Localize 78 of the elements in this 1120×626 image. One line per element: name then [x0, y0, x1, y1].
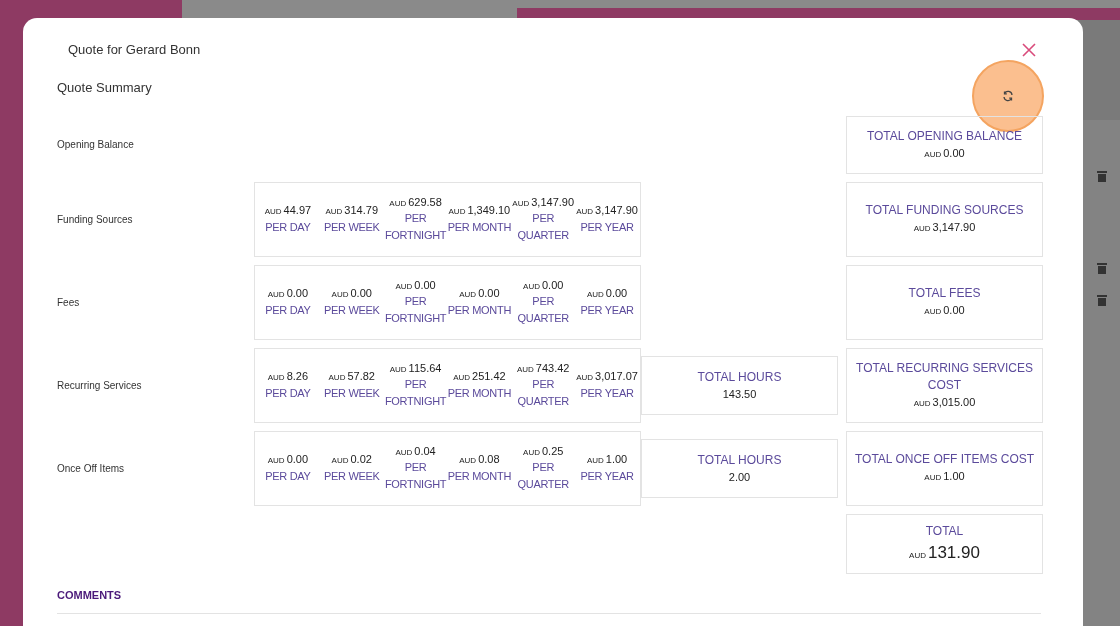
period-amount: AUD 314.79	[325, 203, 378, 219]
total-amount: AUD 3,147.90	[913, 220, 976, 236]
period-label: PER MONTH	[447, 385, 512, 401]
period-amount: AUD 0.00	[331, 286, 372, 302]
period-amount: AUD 743.42	[516, 360, 570, 376]
total-label: TOTAL FEES	[908, 285, 981, 303]
comments-heading: COMMENTS	[57, 588, 122, 601]
period-label: PER QUARTER	[516, 294, 570, 327]
total-amount: AUD 0.00	[924, 303, 965, 319]
period-label: PER QUARTER	[516, 211, 570, 244]
total-label: TOTAL	[925, 522, 964, 540]
period-label: PER FORTNIGHT	[383, 460, 448, 493]
period-label: PER QUARTER	[516, 460, 570, 493]
period-amount: AUD 8.26	[267, 369, 309, 385]
period-label: PER WEEK	[323, 385, 380, 401]
period-amount: AUD 1,349.10	[448, 203, 511, 219]
period-amount: AUD 115.64	[389, 360, 442, 376]
hours-label: TOTAL HOURS	[697, 368, 782, 386]
row-label: Fees	[57, 295, 81, 310]
period-label: PER WEEK	[323, 302, 380, 318]
trash-icon[interactable]	[1096, 262, 1107, 274]
total-label: TOTAL RECURRING SERVICES COST	[855, 359, 1034, 394]
period-amount: AUD 44.97	[264, 203, 312, 219]
period-label: PER YEAR	[580, 468, 634, 484]
period-label: PER DAY	[265, 468, 311, 484]
period-amount: AUD 3,147.90	[576, 203, 638, 219]
hours-value: 2.00	[728, 469, 751, 485]
period-amount: AUD 1.00	[586, 452, 628, 468]
period-amount: AUD 0.00	[586, 286, 628, 302]
period-amount: AUD 3,017.07	[576, 369, 638, 385]
period-label: PER DAY	[265, 385, 311, 401]
row-label: Funding Sources	[57, 212, 134, 227]
period-amount: AUD 0.00	[267, 452, 309, 468]
period-label: PER YEAR	[580, 302, 634, 318]
period-label: PER DAY	[265, 219, 311, 235]
row-label: Once Off Items	[57, 461, 126, 476]
period-amount: AUD 0.00	[267, 286, 309, 302]
period-label: PER WEEK	[323, 468, 380, 484]
period-amount: AUD 0.04	[395, 443, 436, 459]
period-amount: AUD 0.25	[523, 443, 564, 459]
trash-icon[interactable]	[1096, 294, 1107, 306]
total-amount: AUD 0.00	[924, 145, 965, 161]
total-label: TOTAL OPENING BALANCE	[866, 127, 1023, 145]
total-label: TOTAL FUNDING SOURCES	[865, 202, 1024, 220]
period-amount: AUD 3,147.90	[512, 194, 575, 210]
grand-total-amount: AUD 131.90	[909, 541, 980, 564]
hours-value: 143.50	[722, 386, 757, 402]
trash-icon[interactable]	[1096, 170, 1107, 182]
period-label: PER MONTH	[447, 302, 512, 318]
period-label: PER DAY	[265, 302, 311, 318]
period-amount: AUD 57.82	[328, 369, 375, 385]
period-amount: AUD 0.02	[331, 452, 372, 468]
total-amount: AUD 1.00	[924, 469, 965, 485]
period-label: PER MONTH	[447, 468, 512, 484]
period-amount: AUD 0.00	[395, 277, 436, 293]
total-amount: AUD 3,015.00	[913, 394, 976, 410]
period-amount: AUD 251.42	[453, 369, 506, 385]
period-label: PER FORTNIGHT	[383, 294, 448, 327]
period-label: PER MONTH	[447, 219, 512, 235]
period-label: PER WEEK	[323, 219, 380, 235]
dialog-title: Quote for Gerard Bonn	[68, 41, 201, 59]
section-heading: Quote Summary	[57, 78, 152, 97]
period-label: PER QUARTER	[516, 377, 570, 410]
period-amount: AUD 0.08	[459, 452, 500, 468]
close-icon	[1022, 42, 1036, 57]
hours-label: TOTAL HOURS	[697, 451, 782, 469]
period-amount: AUD 629.58	[389, 194, 442, 210]
period-amount: AUD 0.00	[523, 277, 564, 293]
close-button[interactable]	[1021, 41, 1037, 58]
period-label: PER FORTNIGHT	[383, 377, 448, 410]
row-label: Opening Balance	[57, 138, 135, 152]
refresh-icon	[1002, 89, 1014, 102]
period-amount: AUD 0.00	[459, 286, 500, 302]
row-label: Recurring Services	[57, 378, 143, 393]
total-label: TOTAL ONCE OFF ITEMS COST	[854, 451, 1035, 469]
period-label: PER YEAR	[580, 219, 634, 235]
period-label: PER FORTNIGHT	[383, 211, 448, 244]
period-label: PER YEAR	[580, 385, 634, 401]
